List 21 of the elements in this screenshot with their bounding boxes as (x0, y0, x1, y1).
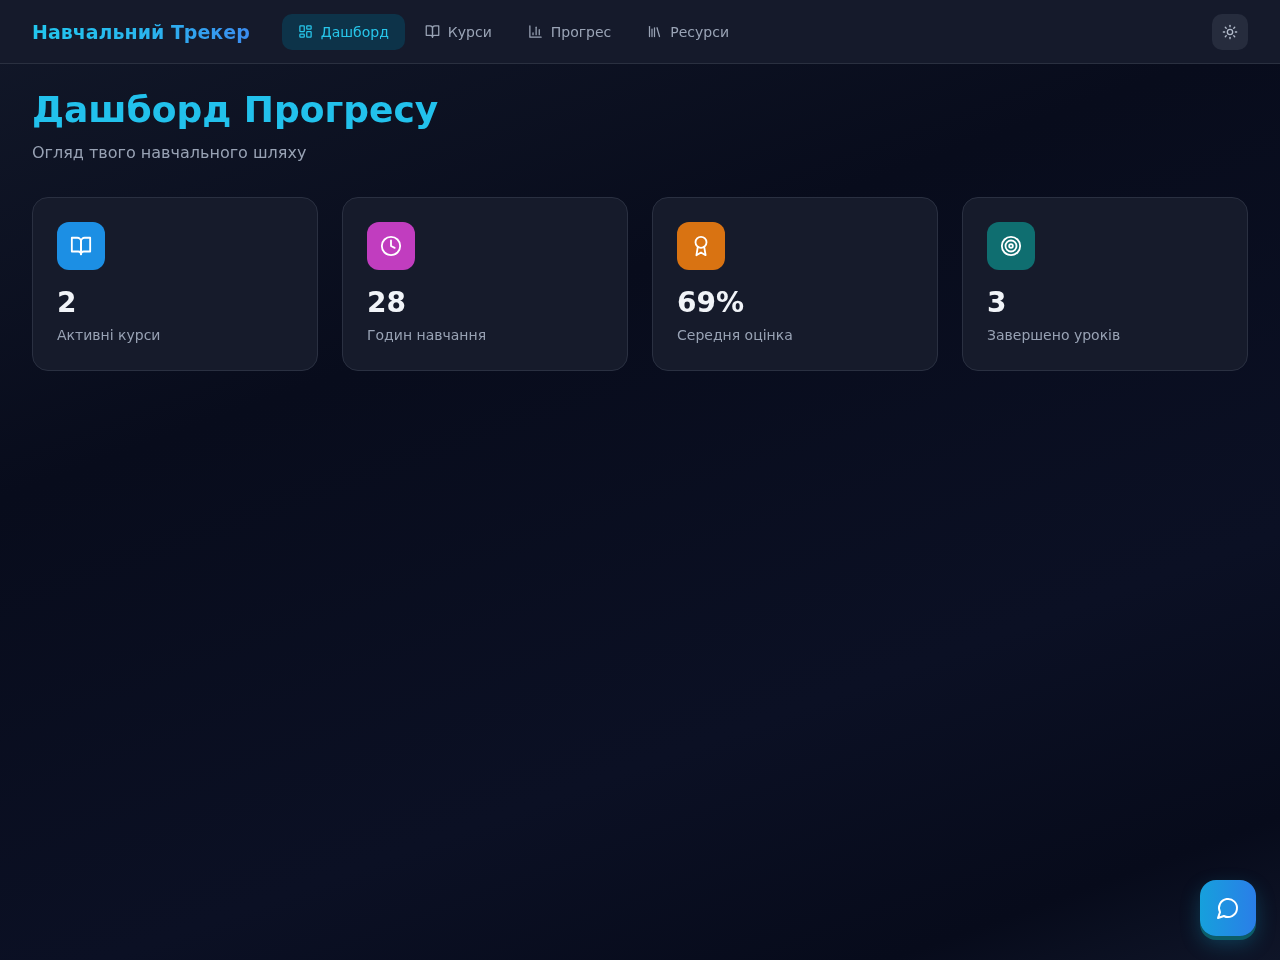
page-title: Дашборд Прогресу (32, 88, 439, 132)
grid-icon (297, 24, 313, 39)
nav-tab[interactable]: Дашборд (281, 13, 405, 50)
stat-label: Середня оцінка (677, 326, 794, 346)
stat-label: Завершено уроків (987, 326, 1122, 346)
stat-label: Годин навчання (367, 326, 488, 346)
book-icon (424, 24, 440, 39)
chat-bubble-icon (1216, 896, 1240, 920)
page-subtitle: Огляд твого навчального шляху (32, 142, 308, 165)
theme-toggle-button[interactable] (1212, 13, 1248, 50)
stat-value: 2 (57, 286, 77, 321)
stat-value: 69% (677, 286, 745, 321)
stat-label: Активні курси (57, 326, 162, 346)
bar-chart-icon (527, 24, 543, 39)
books-icon (647, 24, 663, 39)
stat-value: 28 (367, 286, 406, 321)
nav-tab[interactable]: Курси (408, 13, 508, 50)
stat-value: 3 (987, 286, 1007, 321)
nav-tab[interactable]: Прогрес (511, 13, 628, 50)
nav-tab[interactable]: Ресурси (631, 13, 746, 50)
sun-icon (1222, 23, 1238, 40)
